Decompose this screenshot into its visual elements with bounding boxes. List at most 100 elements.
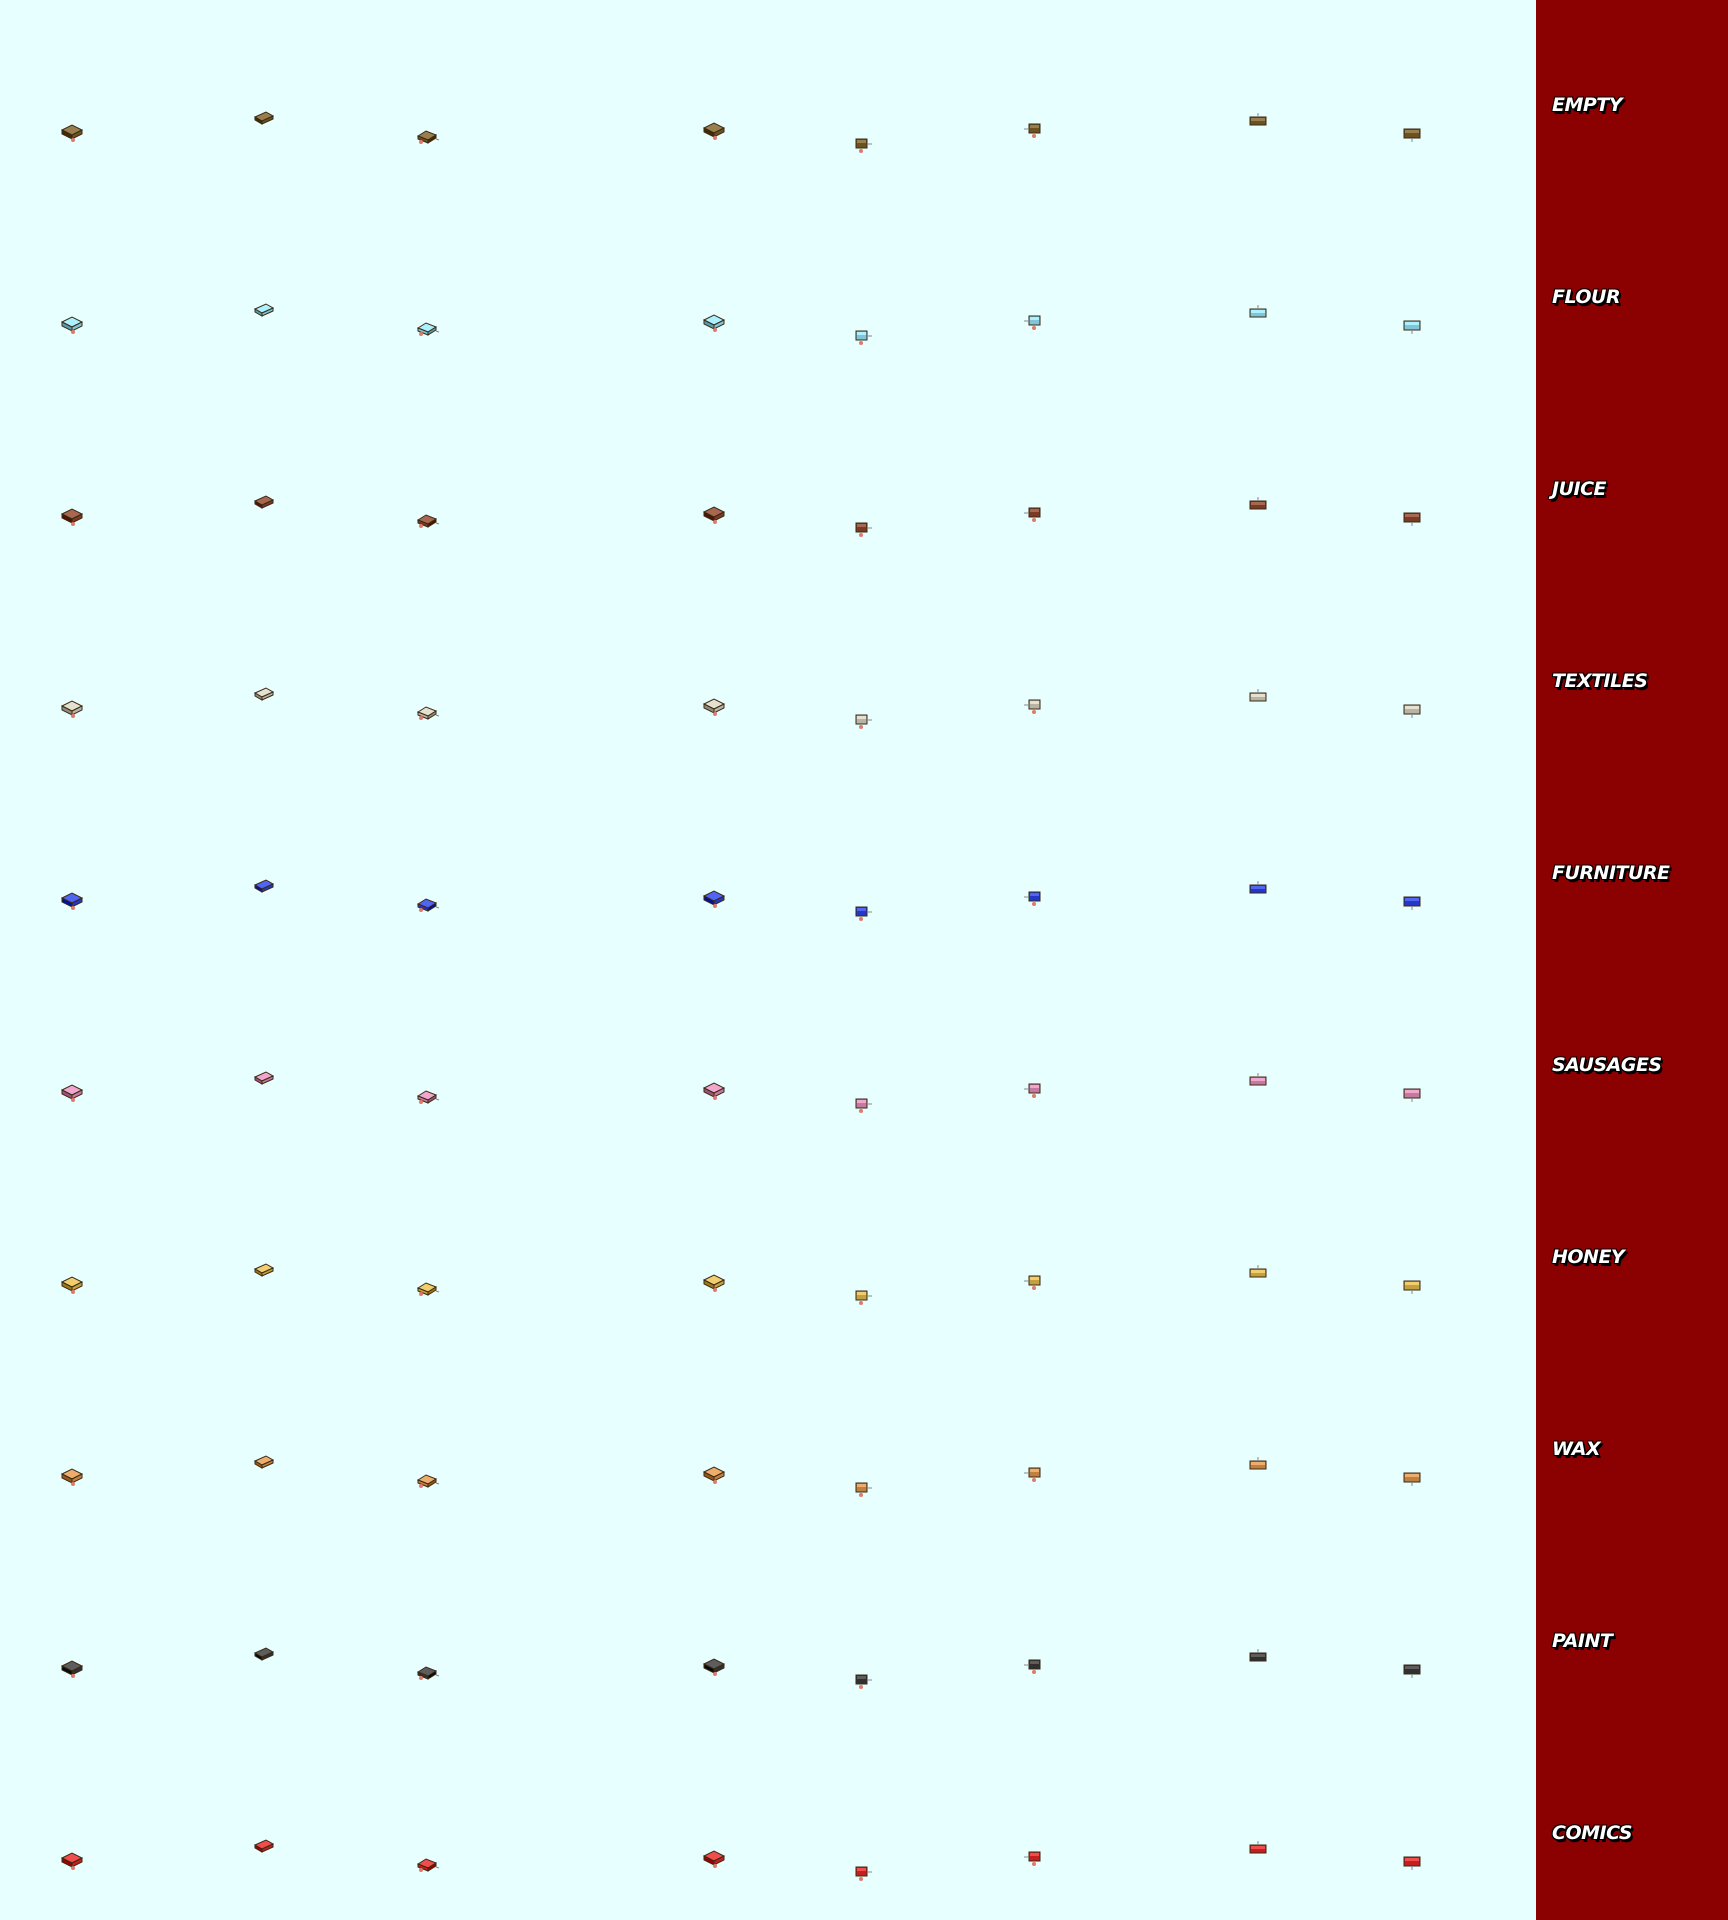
sausages-cargo-icon <box>416 1085 440 1107</box>
paint-cargo-icon <box>60 1657 84 1679</box>
empty-cargo-icon <box>850 135 874 157</box>
wax-cargo-icon <box>850 1479 874 1501</box>
comics-cargo-icon <box>1246 1839 1270 1861</box>
furniture-cargo-icon <box>850 903 874 925</box>
cargo-label: FURNITURE <box>1552 862 1670 884</box>
cargo-row-empty: EMPTY <box>0 0 1728 192</box>
cargo-label: SAUSAGES <box>1552 1054 1662 1076</box>
comics-cargo-icon <box>850 1863 874 1885</box>
empty-cargo-icon <box>416 125 440 147</box>
furniture-cargo-icon <box>252 877 276 899</box>
wax-cargo-icon <box>1400 1467 1424 1489</box>
furniture-cargo-icon <box>1022 887 1046 909</box>
textiles-cargo-icon <box>252 685 276 707</box>
textiles-cargo-icon <box>1246 687 1270 709</box>
cargo-row-honey: HONEY <box>0 1152 1728 1344</box>
textiles-cargo-icon <box>702 695 726 717</box>
empty-cargo-icon <box>702 119 726 141</box>
cargo-row-paint: PAINT <box>0 1536 1728 1728</box>
juice-cargo-icon <box>60 505 84 527</box>
paint-cargo-icon <box>1022 1655 1046 1677</box>
comics-cargo-icon <box>252 1837 276 1859</box>
textiles-cargo-icon <box>416 701 440 723</box>
wax-cargo-icon <box>1022 1463 1046 1485</box>
cargo-label: HONEY <box>1552 1246 1625 1268</box>
cargo-label: FLOUR <box>1552 286 1621 308</box>
cargo-label: PAINT <box>1552 1630 1613 1652</box>
flour-cargo-icon <box>1246 303 1270 325</box>
furniture-cargo-icon <box>702 887 726 909</box>
cargo-label: WAX <box>1552 1438 1601 1460</box>
empty-cargo-icon <box>1400 123 1424 145</box>
textiles-cargo-icon <box>1022 695 1046 717</box>
textiles-cargo-icon <box>850 711 874 733</box>
wax-cargo-icon <box>416 1469 440 1491</box>
juice-cargo-icon <box>252 493 276 515</box>
honey-cargo-icon <box>416 1277 440 1299</box>
empty-cargo-icon <box>1022 119 1046 141</box>
paint-cargo-icon <box>252 1645 276 1667</box>
cargo-row-comics: COMICS <box>0 1728 1728 1920</box>
comics-cargo-icon <box>60 1849 84 1871</box>
cargo-row-wax: WAX <box>0 1344 1728 1536</box>
sausages-cargo-icon <box>1246 1071 1270 1093</box>
juice-cargo-icon <box>850 519 874 541</box>
sausages-cargo-icon <box>702 1079 726 1101</box>
paint-cargo-icon <box>1246 1647 1270 1669</box>
flour-cargo-icon <box>60 313 84 335</box>
cargo-label: EMPTY <box>1552 94 1623 116</box>
comics-cargo-icon <box>702 1847 726 1869</box>
honey-cargo-icon <box>850 1287 874 1309</box>
furniture-cargo-icon <box>60 889 84 911</box>
wax-cargo-icon <box>1246 1455 1270 1477</box>
honey-cargo-icon <box>252 1261 276 1283</box>
cargo-row-sausages: SAUSAGES <box>0 960 1728 1152</box>
sausages-cargo-icon <box>850 1095 874 1117</box>
wax-cargo-icon <box>60 1465 84 1487</box>
wax-cargo-icon <box>252 1453 276 1475</box>
flour-cargo-icon <box>416 317 440 339</box>
comics-cargo-icon <box>1022 1847 1046 1869</box>
honey-cargo-icon <box>60 1273 84 1295</box>
juice-cargo-icon <box>1400 507 1424 529</box>
cargo-label: COMICS <box>1552 1822 1633 1844</box>
textiles-cargo-icon <box>60 697 84 719</box>
cargo-label: TEXTILES <box>1552 670 1648 692</box>
furniture-cargo-icon <box>416 893 440 915</box>
furniture-cargo-icon <box>1400 891 1424 913</box>
cargo-row-juice: JUICE <box>0 384 1728 576</box>
empty-cargo-icon <box>252 109 276 131</box>
flour-cargo-icon <box>252 301 276 323</box>
paint-cargo-icon <box>702 1655 726 1677</box>
empty-cargo-icon <box>1246 111 1270 133</box>
juice-cargo-icon <box>1246 495 1270 517</box>
comics-cargo-icon <box>1400 1851 1424 1873</box>
flour-cargo-icon <box>850 327 874 349</box>
honey-cargo-icon <box>702 1271 726 1293</box>
paint-cargo-icon <box>850 1671 874 1693</box>
cargo-row-textiles: TEXTILES <box>0 576 1728 768</box>
furniture-cargo-icon <box>1246 879 1270 901</box>
juice-cargo-icon <box>1022 503 1046 525</box>
honey-cargo-icon <box>1246 1263 1270 1285</box>
comics-cargo-icon <box>416 1853 440 1875</box>
juice-cargo-icon <box>702 503 726 525</box>
sausages-cargo-icon <box>1022 1079 1046 1101</box>
paint-cargo-icon <box>416 1661 440 1683</box>
flour-cargo-icon <box>1022 311 1046 333</box>
flour-cargo-icon <box>1400 315 1424 337</box>
sausages-cargo-icon <box>252 1069 276 1091</box>
sausages-cargo-icon <box>60 1081 84 1103</box>
cargo-row-flour: FLOUR <box>0 192 1728 384</box>
cargo-row-furniture: FURNITURE <box>0 768 1728 960</box>
honey-cargo-icon <box>1022 1271 1046 1293</box>
cargo-label: JUICE <box>1552 478 1607 500</box>
sausages-cargo-icon <box>1400 1083 1424 1105</box>
wax-cargo-icon <box>702 1463 726 1485</box>
empty-cargo-icon <box>60 121 84 143</box>
textiles-cargo-icon <box>1400 699 1424 721</box>
juice-cargo-icon <box>416 509 440 531</box>
honey-cargo-icon <box>1400 1275 1424 1297</box>
flour-cargo-icon <box>702 311 726 333</box>
paint-cargo-icon <box>1400 1659 1424 1681</box>
